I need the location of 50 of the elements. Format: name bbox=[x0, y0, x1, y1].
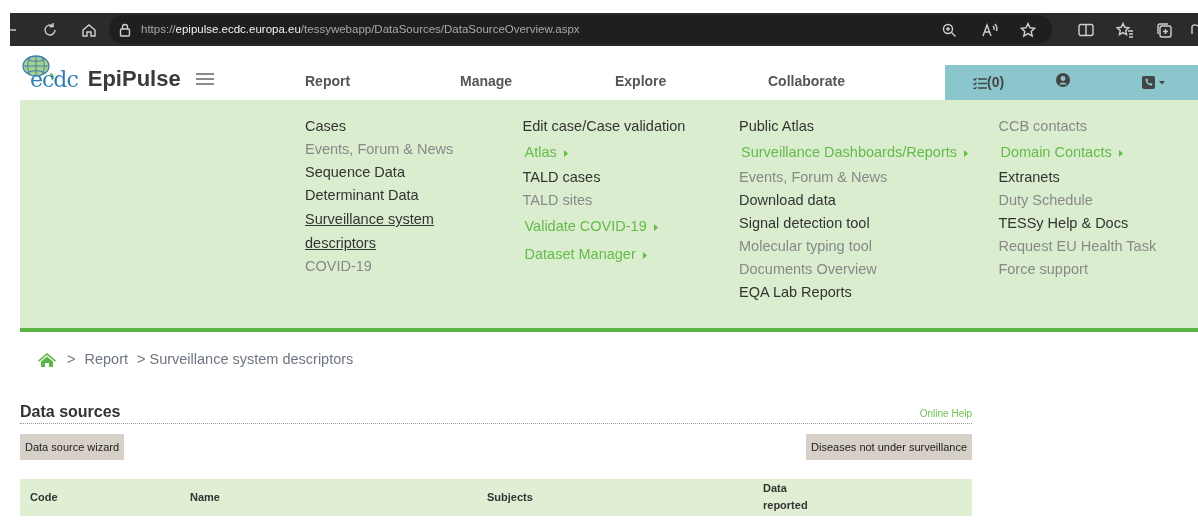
logo-text: ecdc bbox=[30, 69, 78, 91]
breadcrumb-separator: > bbox=[137, 350, 146, 369]
column-header[interactable]: Name bbox=[180, 489, 477, 506]
basket-count: (0) bbox=[987, 73, 1005, 92]
caret-icon bbox=[964, 150, 969, 157]
menu-link[interactable]: Surveillance system descriptors bbox=[305, 207, 455, 255]
menu-link[interactable]: Cases bbox=[305, 115, 347, 138]
column-header[interactable]: Subjects bbox=[477, 489, 753, 506]
favorites-icon[interactable] bbox=[1116, 21, 1134, 38]
menu-link[interactable]: Determinant Data bbox=[305, 184, 419, 207]
collections-icon[interactable] bbox=[1156, 21, 1172, 38]
zoom-icon[interactable] bbox=[942, 22, 956, 37]
address-bar[interactable]: https://epipulse.ecdc.europa.eu/tessywebapp/DataSources/DataSourceOverview.aspx bbox=[109, 15, 1052, 44]
caret-icon bbox=[1118, 150, 1123, 157]
url-text: https://epipulse.ecdc.europa.eu/tessywebapp/DataSources/DataSourceOverview.aspx bbox=[141, 21, 580, 37]
home-icon[interactable] bbox=[81, 21, 97, 38]
split-screen-icon[interactable] bbox=[1078, 22, 1094, 37]
user-icon[interactable] bbox=[1056, 72, 1071, 87]
menu-link[interactable]: Public Atlas bbox=[739, 115, 814, 138]
column-header[interactable]: Data reported bbox=[753, 480, 813, 515]
menu-link[interactable]: Sequence Data bbox=[305, 161, 405, 184]
menu-link[interactable]: Edit case/Case validation bbox=[522, 115, 686, 138]
breadcrumb-current: Surveillance system descriptors bbox=[149, 350, 354, 369]
breadcrumb-separator: > bbox=[67, 350, 76, 369]
checklist-icon[interactable] bbox=[973, 76, 987, 89]
nav-link[interactable]: Manage bbox=[460, 71, 615, 92]
nav-link[interactable]: Report bbox=[305, 71, 460, 92]
menu-link[interactable]: EQA Lab Reports bbox=[739, 281, 852, 304]
lock-icon bbox=[119, 22, 131, 37]
caret-icon bbox=[653, 224, 658, 231]
star-icon[interactable] bbox=[1020, 21, 1036, 38]
section-title: Data sources bbox=[20, 401, 121, 421]
nav-link[interactable]: Explore bbox=[615, 71, 768, 92]
caret-icon bbox=[642, 252, 647, 259]
phone-icon[interactable] bbox=[1142, 75, 1167, 90]
menu-link[interactable]: Signal detection tool bbox=[739, 212, 870, 235]
menu-icon[interactable] bbox=[194, 72, 215, 86]
menu-link[interactable]: TESSy Help & Docs bbox=[998, 212, 1129, 235]
menu-link[interactable]: TALD cases bbox=[522, 166, 601, 189]
app-name: EpiPulse bbox=[87, 64, 181, 93]
menu-link[interactable]: Extranets bbox=[998, 166, 1060, 189]
menu-link[interactable]: Download data bbox=[739, 189, 836, 212]
caret-icon bbox=[563, 150, 568, 157]
action-button[interactable]: Data source wizard bbox=[20, 433, 125, 460]
action-button[interactable]: Diseases not under surveillance bbox=[806, 433, 972, 460]
breadcrumb-link[interactable]: Report bbox=[84, 349, 128, 371]
nav-link[interactable]: Collaborate bbox=[768, 71, 945, 92]
reload-icon[interactable] bbox=[42, 21, 58, 38]
read-aloud-icon[interactable] bbox=[982, 22, 998, 37]
column-header[interactable]: Code bbox=[20, 489, 180, 506]
